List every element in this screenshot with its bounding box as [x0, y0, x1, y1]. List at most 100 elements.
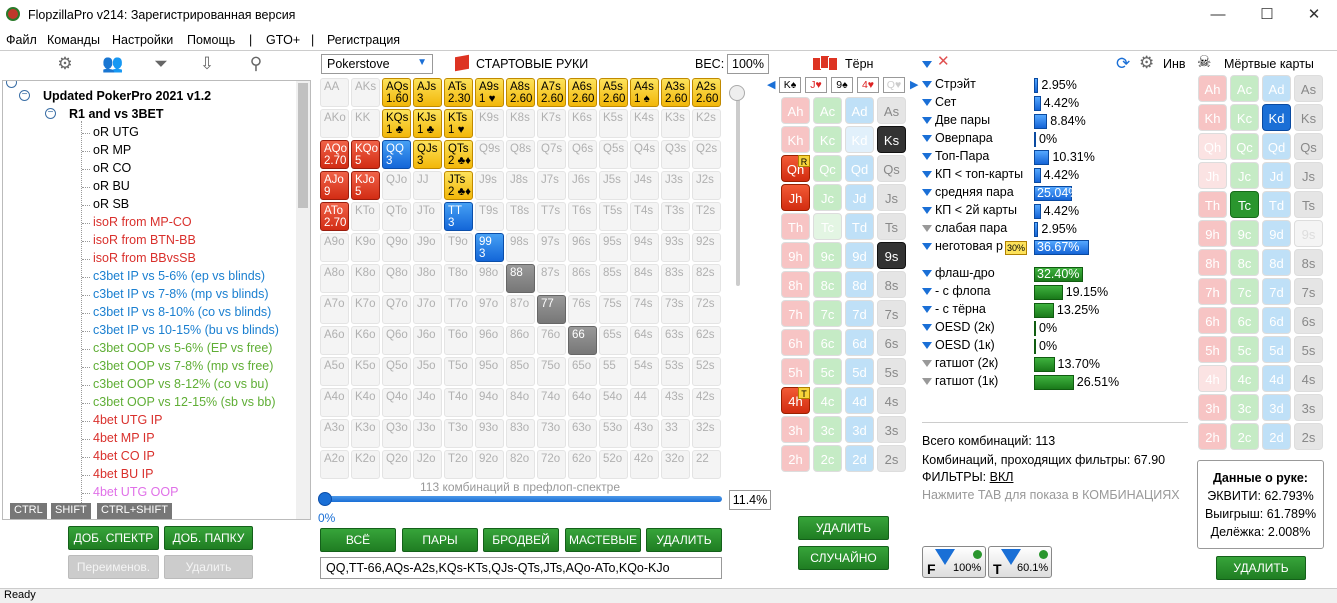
hand-cell[interactable]: TT 3: [444, 202, 473, 231]
hand-cell[interactable]: K8o: [351, 264, 380, 293]
hand-cell[interactable]: Q3s: [661, 140, 690, 169]
hand-cell[interactable]: 73s: [661, 295, 690, 324]
hand-cell[interactable]: 32s: [692, 419, 721, 448]
hand-type-row[interactable]: Оверпара: [922, 131, 993, 145]
card-Ad[interactable]: Ad: [1262, 75, 1291, 102]
invert-label[interactable]: Инв: [1163, 57, 1186, 71]
pairs-button[interactable]: ПАРЫ: [402, 528, 478, 552]
hand-cell[interactable]: ATs 2.30: [444, 78, 473, 107]
hand-cell[interactable]: T4o: [444, 388, 473, 417]
card-3h[interactable]: 3h: [781, 416, 810, 443]
hand-cell[interactable]: A2o: [320, 450, 349, 479]
hand-cell[interactable]: T8o: [444, 264, 473, 293]
filters-toggle-link[interactable]: ВКЛ: [990, 470, 1014, 484]
card-6h[interactable]: 6h: [1198, 307, 1227, 334]
hand-cell[interactable]: 52s: [692, 357, 721, 386]
gear-icon[interactable]: ⚙: [52, 54, 78, 78]
hand-cell[interactable]: AKo: [320, 109, 349, 138]
hand-type-row[interactable]: Сет: [922, 95, 956, 109]
range-slider-handle[interactable]: [318, 492, 332, 506]
card-4h[interactable]: 4h: [1198, 365, 1227, 392]
hand-cell[interactable]: JTs 2 ♣♦: [444, 171, 473, 200]
board-card[interactable]: J♥: [805, 77, 827, 93]
hand-cell[interactable]: QJo: [382, 171, 411, 200]
card-4d[interactable]: 4d: [845, 387, 874, 414]
card-9c[interactable]: 9c: [813, 242, 842, 269]
hand-cell[interactable]: 85s: [599, 264, 628, 293]
hand-cell[interactable]: K6s: [568, 109, 597, 138]
card-Ts[interactable]: Ts: [1294, 191, 1323, 218]
filter-icon[interactable]: [922, 56, 935, 71]
card-5h[interactable]: 5h: [1198, 336, 1227, 363]
hand-cell[interactable]: 62s: [692, 326, 721, 355]
card-5d[interactable]: 5d: [845, 358, 874, 385]
hand-cell[interactable]: J6o: [413, 326, 442, 355]
hand-cell[interactable]: 95o: [475, 357, 504, 386]
hand-cell[interactable]: 54s: [630, 357, 659, 386]
hand-cell[interactable]: 65s: [599, 326, 628, 355]
turn-filter-button[interactable]: T 60.1%: [988, 546, 1052, 578]
funnel-icon[interactable]: [922, 153, 932, 161]
hand-cell[interactable]: Q2o: [382, 450, 411, 479]
hand-cell[interactable]: J5s: [599, 171, 628, 200]
hand-cell[interactable]: 52o: [599, 450, 628, 479]
range-percent-input[interactable]: 11.4%: [729, 490, 771, 510]
hand-cell[interactable]: 72o: [537, 450, 566, 479]
card-6c[interactable]: 6c: [1230, 307, 1259, 334]
hand-type-row[interactable]: - с флопа: [922, 284, 990, 298]
hand-cell[interactable]: 74s: [630, 295, 659, 324]
hand-cell[interactable]: J9s: [475, 171, 504, 200]
card-4h[interactable]: 4h T: [781, 387, 810, 414]
card-5h[interactable]: 5h: [781, 358, 810, 385]
card-Jc[interactable]: Jc: [813, 184, 842, 211]
hand-cell[interactable]: 86o: [506, 326, 535, 355]
hand-cell[interactable]: 43s: [661, 388, 690, 417]
hand-cell[interactable]: 93o: [475, 419, 504, 448]
hand-cell[interactable]: A9o: [320, 233, 349, 262]
menu-file[interactable]: Файл: [6, 33, 37, 47]
funnel-icon[interactable]: [922, 324, 932, 332]
hand-cell[interactable]: T2s: [692, 202, 721, 231]
hand-cell[interactable]: 88: [506, 264, 535, 293]
hand-cell[interactable]: 76o: [537, 326, 566, 355]
hand-type-row[interactable]: КП < 2й карты: [922, 203, 1017, 217]
funnel-icon[interactable]: [922, 117, 932, 125]
card-Ah[interactable]: Ah: [781, 97, 810, 124]
tree-item[interactable]: 4bet UTG OOP: [93, 485, 178, 499]
hand-cell[interactable]: 98o: [475, 264, 504, 293]
card-Ks[interactable]: Ks: [1294, 104, 1323, 131]
add-folder-button[interactable]: ДОБ. ПАПКУ: [164, 526, 253, 550]
funnel-icon[interactable]: [922, 207, 932, 215]
hand-cell[interactable]: ATo 2.70: [320, 202, 349, 231]
card-Qd[interactable]: Qd: [845, 155, 874, 182]
range-tree[interactable]: − − Updated PokerPro 2021 v1.2 − R1 and …: [2, 80, 311, 520]
close-button[interactable]: ✕: [1303, 5, 1325, 25]
card-Ah[interactable]: Ah: [1198, 75, 1227, 102]
card-Jd[interactable]: Jd: [1262, 162, 1291, 189]
card-7s[interactable]: 7s: [1294, 278, 1323, 305]
hand-cell[interactable]: J8s: [506, 171, 535, 200]
hand-cell[interactable]: QQ 3: [382, 140, 411, 169]
card-Qc[interactable]: Qc: [813, 155, 842, 182]
maximize-button[interactable]: ☐: [1256, 5, 1278, 25]
hand-cell[interactable]: Q8s: [506, 140, 535, 169]
card-Th[interactable]: Th: [781, 213, 810, 240]
hand-cell[interactable]: J4s: [630, 171, 659, 200]
card-6d[interactable]: 6d: [845, 329, 874, 356]
hand-cell[interactable]: 96o: [475, 326, 504, 355]
hand-cell[interactable]: 92s: [692, 233, 721, 262]
hand-type-row[interactable]: Стрэйт: [922, 77, 976, 91]
card-6c[interactable]: 6c: [813, 329, 842, 356]
menu-gto[interactable]: GTO+: [266, 33, 300, 47]
hand-cell[interactable]: 32o: [661, 450, 690, 479]
hand-cell[interactable]: 98s: [506, 233, 535, 262]
card-9s[interactable]: 9s: [877, 242, 906, 269]
hand-cell[interactable]: K7s: [537, 109, 566, 138]
hand-cell[interactable]: K4s: [630, 109, 659, 138]
card-Ts[interactable]: Ts: [877, 213, 906, 240]
hand-cell[interactable]: K3s: [661, 109, 690, 138]
card-2h[interactable]: 2h: [1198, 423, 1227, 450]
refresh-icon[interactable]: ⟳: [1116, 54, 1130, 74]
card-2d[interactable]: 2d: [845, 445, 874, 472]
card-7d[interactable]: 7d: [845, 300, 874, 327]
